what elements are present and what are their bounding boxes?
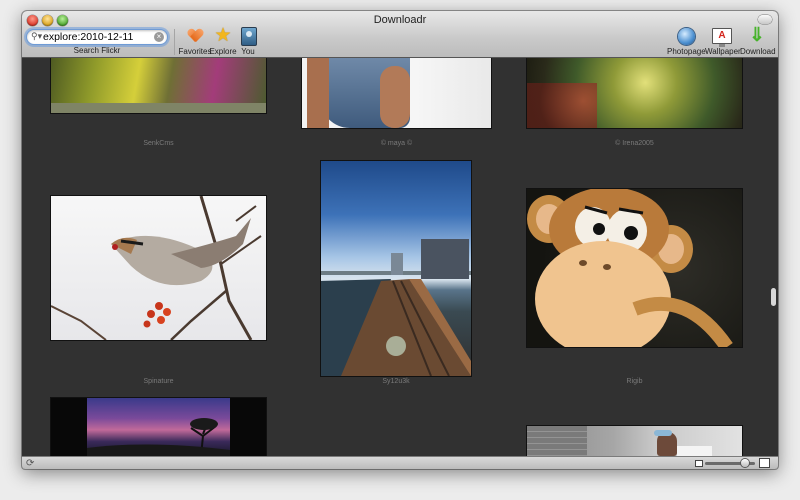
search-label: Search Flickr	[73, 46, 121, 55]
wallpaper-label: Wallpaper	[705, 47, 741, 56]
toy-monkey-image	[527, 189, 733, 347]
photopage-button[interactable]: Photopage	[667, 26, 706, 56]
window-title: Downloadr	[373, 14, 427, 26]
heart-icon	[188, 29, 203, 44]
globe-icon	[677, 27, 695, 45]
search-box[interactable]: ⚲▾ ×	[27, 30, 167, 44]
toolbar: Downloadr ⚲▾ × Search Flickr Favorites ★…	[22, 11, 778, 58]
thumbnail-size-slider[interactable]	[705, 459, 755, 467]
magnifier-icon[interactable]: ⚲▾	[31, 31, 42, 42]
tree-silhouette-image	[87, 418, 230, 456]
explore-label: Explore	[209, 47, 237, 56]
photo-caption: SenkCms	[143, 140, 174, 147]
clear-search-icon[interactable]: ×	[154, 32, 164, 42]
wallpaper-glyph: A	[718, 30, 726, 41]
bird-on-branch-image	[51, 196, 262, 340]
you-label: You	[241, 47, 255, 56]
photo-thumbnail[interactable]	[527, 189, 742, 347]
search-input[interactable]	[43, 30, 149, 44]
photo-thumbnail[interactable]	[321, 161, 471, 376]
slider-knob[interactable]	[741, 459, 749, 467]
vertical-scrollbar[interactable]	[768, 58, 778, 456]
toolbar-toggle-button[interactable]	[758, 15, 772, 24]
download-arrow-icon: ⇓	[749, 25, 765, 46]
explore-button[interactable]: ★ Explore	[208, 25, 238, 57]
harbor-pier-image	[321, 239, 471, 376]
photo-thumbnail[interactable]	[527, 58, 742, 128]
photopage-label: Photopage	[667, 47, 706, 56]
photo-caption: © maya ©	[380, 140, 413, 147]
refresh-icon[interactable]: ⟳	[26, 457, 34, 469]
download-label: Download	[740, 47, 776, 56]
scrollbar-thumb[interactable]	[771, 288, 776, 306]
photo-thumbnail[interactable]	[51, 58, 266, 113]
toolbar-separator	[174, 29, 175, 55]
star-icon: ★	[214, 25, 232, 46]
photo-thumbnail[interactable]	[527, 426, 742, 456]
photo-caption: Rigib	[626, 378, 643, 385]
zoom-out-icon[interactable]	[695, 460, 703, 467]
user-book-icon	[241, 26, 257, 46]
you-button[interactable]: You	[238, 26, 258, 56]
photo-caption: Spinature	[143, 378, 174, 385]
photo-grid: SenkCms © maya © © Irena2005 Spinature S…	[22, 58, 778, 456]
photo-thumbnail[interactable]	[51, 196, 266, 340]
wallpaper-button[interactable]: A Wallpaper	[705, 26, 741, 56]
zoom-in-icon[interactable]	[759, 458, 770, 468]
photo-caption: Sy12u3k	[382, 378, 410, 385]
monitor-icon: A	[712, 28, 732, 47]
photo-caption: © Irena2005	[615, 140, 654, 147]
download-button[interactable]: ⇓ Download	[740, 25, 776, 57]
status-bar: ⟳	[22, 456, 778, 469]
search-field: ⚲▾ × Search Flickr	[27, 30, 167, 55]
photo-thumbnail[interactable]	[51, 398, 266, 456]
photo-thumbnail[interactable]	[302, 58, 491, 128]
app-window: Downloadr ⚲▾ × Search Flickr Favorites ★…	[22, 11, 778, 469]
